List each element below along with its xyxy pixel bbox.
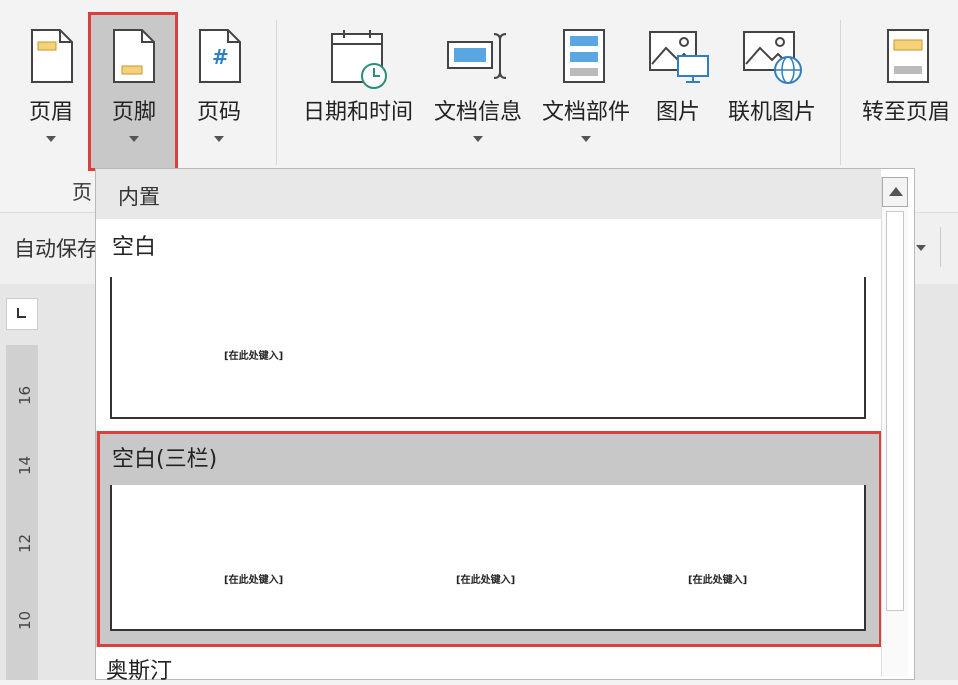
calendar-clock-icon [331, 30, 387, 89]
document-info-label: 文档信息 [433, 100, 522, 125]
chevron-down-icon [581, 136, 591, 142]
ruler-tick: 10 [16, 610, 34, 630]
gallery-item-austin[interactable]: 奥斯汀 [96, 651, 881, 684]
divider [840, 20, 841, 165]
document-parts-icon [563, 29, 605, 83]
section-header-label: 内置 [118, 185, 160, 209]
autosave-label[interactable]: 自动保存 [14, 233, 98, 263]
document-info-icon [447, 33, 507, 79]
chevron-down-icon [214, 136, 224, 142]
page-number-button[interactable]: # 页码 [186, 20, 252, 160]
footer-gallery-dropdown: 内置 空白 [在此处键入] 空白(三栏) [在此处键入] [在此处键入] [在此… [95, 168, 915, 684]
page-number-icon: # [199, 29, 241, 83]
page-footer-icon [113, 29, 155, 83]
scroll-up-button[interactable] [882, 177, 908, 207]
gallery-section-header: 内置 [96, 169, 881, 219]
goto-header-icon [887, 29, 929, 83]
selected-item-highlight-box [97, 431, 882, 647]
document-parts-button[interactable]: 文档部件 [534, 20, 638, 160]
chevron-down-icon[interactable] [916, 245, 926, 251]
picture-button[interactable]: 图片 [640, 20, 716, 160]
footer-label: 页脚 [111, 100, 156, 125]
divider [276, 20, 277, 165]
scrollbar-thumb[interactable] [886, 211, 904, 611]
ruler-tick: 16 [16, 385, 34, 405]
online-picture-icon [743, 31, 802, 84]
header-label: 页眉 [28, 100, 73, 125]
page-number-label: 页码 [196, 100, 241, 125]
header-button[interactable]: 页眉 [18, 20, 84, 160]
svg-text:#: # [212, 45, 229, 69]
chevron-down-icon [129, 136, 139, 142]
document-parts-label: 文档部件 [541, 100, 630, 125]
picture-icon [649, 31, 709, 83]
gallery-item-title: 奥斯汀 [106, 659, 173, 684]
online-picture-button[interactable]: 联机图片 [722, 20, 822, 160]
footer-preview: [在此处键入] [110, 277, 866, 419]
divider [940, 227, 941, 267]
ruler-tick: 14 [16, 455, 34, 475]
page-header-icon [31, 29, 73, 83]
picture-label: 图片 [655, 100, 700, 125]
online-picture-label: 联机图片 [727, 100, 816, 125]
goto-header-button[interactable]: 转至页眉 [858, 20, 958, 160]
date-time-button[interactable]: 日期和时间 [296, 20, 420, 160]
chevron-down-icon [46, 136, 56, 142]
footer-button[interactable]: 页脚 [100, 20, 168, 160]
goto-header-label: 转至页眉 [862, 100, 951, 125]
gallery-item-title: 空白 [112, 235, 157, 260]
ruler-tick: 12 [16, 533, 34, 553]
gallery-item-blank[interactable]: 空白 [在此处键入] [96, 219, 881, 424]
placeholder-text: [在此处键入] [224, 351, 284, 362]
tab-stop-selector[interactable] [6, 298, 38, 330]
date-time-label: 日期和时间 [302, 100, 413, 125]
gallery-scrollbar[interactable] [881, 177, 908, 677]
document-info-button[interactable]: 文档信息 [426, 20, 530, 160]
group-label-header-footer: 页 [72, 180, 92, 204]
vertical-ruler: 16 14 12 10 [6, 345, 38, 680]
chevron-down-icon [473, 136, 483, 142]
arrow-up-icon [889, 187, 903, 196]
